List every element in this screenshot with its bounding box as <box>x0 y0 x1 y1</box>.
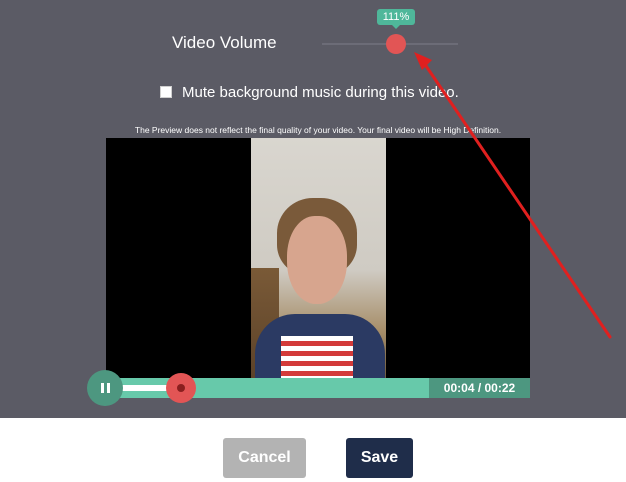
mute-music-row[interactable]: Mute background music during this video. <box>160 82 459 102</box>
pause-icon <box>100 383 104 393</box>
time-display: 00:04 / 00:22 <box>429 378 530 398</box>
volume-slider-thumb[interactable] <box>386 34 406 54</box>
preview-quality-note: The Preview does not reflect the final q… <box>134 125 502 135</box>
save-button[interactable]: Save <box>346 438 413 478</box>
video-frame-image <box>251 138 386 384</box>
video-preview[interactable] <box>106 138 530 398</box>
mute-music-checkbox[interactable] <box>160 86 172 98</box>
seek-thumb[interactable] <box>166 373 196 403</box>
video-volume-label: Video Volume <box>172 33 277 52</box>
pause-button[interactable] <box>87 370 123 406</box>
mute-music-label[interactable]: Mute background music during this video. <box>182 84 459 101</box>
video-settings-panel: Video Volume 111% Mute background music … <box>0 0 626 418</box>
cancel-button[interactable]: Cancel <box>223 438 306 478</box>
volume-value-tooltip: 111% <box>377 9 415 29</box>
